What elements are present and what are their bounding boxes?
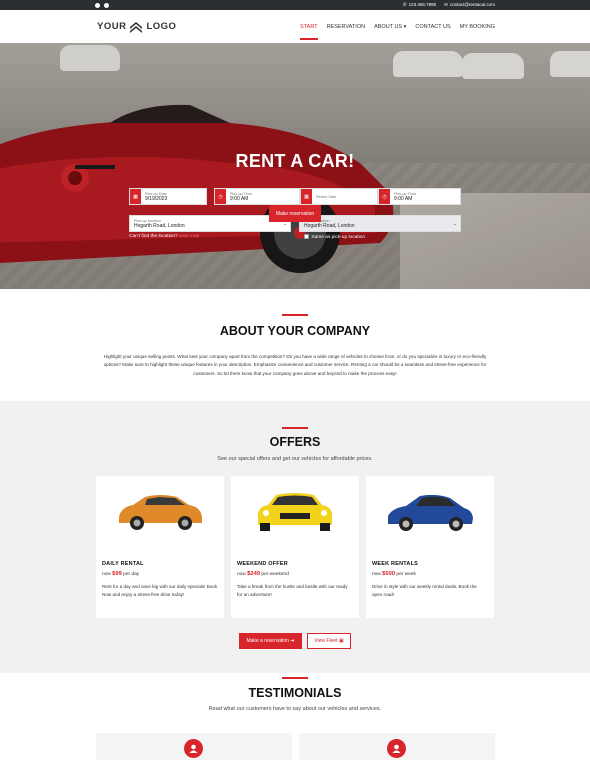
arrow-right-icon: ➜: [290, 638, 295, 644]
logo-text-left: YOUR: [97, 21, 127, 32]
offers-title: OFFERS: [269, 434, 321, 449]
offer-description: Rent for a day and save big with our dai…: [102, 584, 218, 598]
about-section: ABOUT YOUR COMPANY Highlight your unique…: [0, 289, 590, 401]
offers-section: OFFERS See our special offers and get ou…: [0, 401, 590, 673]
offer-card-daily[interactable]: DAILY RENTAL now $99 per day Rent for a …: [96, 476, 224, 618]
nav-my-booking[interactable]: MY BOOKING: [460, 21, 495, 33]
hero-title: RENT A CAR!: [235, 151, 355, 171]
chevron-up-icon: [129, 21, 143, 33]
user-avatar-icon: [184, 739, 203, 758]
same-as-pickup-checkbox[interactable]: Same as pick-up location: [304, 234, 365, 240]
testimonials-subtitle: Read what our customers have to say abou…: [208, 705, 382, 712]
return-time-field[interactable]: ◷ Pick-up Time 9:00 AM: [378, 188, 461, 205]
blue-sedan-image: [366, 476, 494, 546]
offer-name: DAILY RENTAL: [102, 561, 144, 567]
make-reservation-button[interactable]: Make reservation: [269, 205, 321, 222]
social-links: [95, 2, 109, 8]
pickup-location-select[interactable]: Pick-up location Hogarth Road, London ⌄: [129, 215, 291, 232]
testimonial-card: [299, 733, 495, 760]
about-title: ABOUT YOUR COMPANY: [219, 323, 371, 338]
nav-start[interactable]: START: [300, 21, 318, 40]
logo[interactable]: YOUR LOGO: [97, 21, 176, 33]
testimonials-section: TESTIMONIALS Read what our customers hav…: [0, 673, 590, 760]
date-time-row: ▦ Pick-up Date 9/19/2023 ◷ Pick-up Time 9:…: [129, 188, 461, 205]
offer-buttons: Make a reservation ➜ View Fleet ▣: [239, 633, 351, 649]
calendar-icon: ▦: [301, 189, 312, 204]
offer-card-weekend[interactable]: WEEKEND OFFER now $249 per weekend Take …: [231, 476, 359, 618]
clock-icon: ◷: [379, 189, 390, 204]
section-divider: [282, 677, 308, 679]
main-nav: START RESERVATION ABOUT US ▾ CONTACT US …: [300, 21, 495, 40]
offers-subtitle: See our special offers and get our vehic…: [217, 455, 373, 462]
nav-about-us[interactable]: ABOUT US ▾: [374, 21, 406, 33]
nav-reservation[interactable]: RESERVATION: [327, 21, 366, 33]
user-avatar-icon: [387, 739, 406, 758]
car-icon: ▣: [338, 638, 344, 644]
pickup-date-field[interactable]: ▦ Pick-up Date 9/19/2023: [129, 188, 207, 205]
offer-description: Drive in style with our weekly rental de…: [372, 584, 477, 598]
offer-price: now $249 per weekend: [237, 571, 289, 577]
section-divider: [282, 427, 308, 429]
offer-price: now $500 per week: [372, 571, 416, 577]
pickup-time-field[interactable]: ◷ Pick-up Time 9:00 AM: [214, 188, 300, 205]
offer-description: Take a break from the hustle and bustle …: [237, 584, 348, 598]
offer-name: WEEK RENTALS: [372, 561, 418, 567]
offer-name: WEEKEND OFFER: [237, 561, 288, 567]
phone-link[interactable]: ✆ 123.456.7890: [403, 2, 436, 8]
top-bar: ✆ 123.456.7890 ✉ contact@rentacar.com: [0, 0, 590, 10]
hero-section: RENT A CAR! ▦ Pick-up Date 9/19/2023 ◷ Pi…: [0, 43, 590, 289]
view-fleet-button[interactable]: View Fleet ▣: [307, 633, 351, 649]
testimonials-title: TESTIMONIALS: [248, 685, 342, 700]
nav-contact-us[interactable]: CONTACT US: [415, 21, 450, 33]
checkbox-icon: [304, 234, 310, 239]
phone-icon: ✆: [402, 2, 407, 7]
twitter-icon[interactable]: [104, 2, 109, 8]
view-map-link[interactable]: view map: [179, 234, 199, 239]
about-text: Highlight your unique selling points. Wh…: [103, 353, 487, 376]
envelope-icon: ✉: [444, 2, 448, 7]
testimonial-card: [96, 733, 292, 760]
location-helpers: Can't find the location? view map Same a…: [129, 234, 365, 240]
orange-suv-image: [96, 476, 224, 546]
clock-icon: ◷: [215, 189, 226, 204]
logo-text-right: LOGO: [146, 21, 177, 32]
chevron-down-icon: ⌄: [452, 220, 458, 227]
return-date-field[interactable]: ▦ Return Date: [300, 188, 378, 205]
offer-price: now $99 per day: [102, 571, 140, 577]
return-location-select[interactable]: Return locationHogarth Road, London ⌄: [299, 215, 461, 232]
site-header: YOUR LOGO START RESERVATION ABOUT US ▾ C…: [0, 10, 590, 43]
offer-cards: DAILY RENTAL now $99 per day Rent for a …: [96, 476, 494, 618]
offer-card-week[interactable]: WEEK RENTALS now $500 per week Drive in …: [366, 476, 494, 618]
make-reservation-button[interactable]: Make a reservation ➜: [239, 633, 302, 649]
calendar-icon: ▦: [130, 189, 141, 204]
contact-info: ✆ 123.456.7890 ✉ contact@rentacar.com: [403, 2, 495, 8]
section-divider: [282, 314, 308, 316]
email-link[interactable]: ✉ contact@rentacar.com: [444, 2, 495, 8]
caret-down-icon: ▾: [403, 23, 407, 30]
facebook-icon[interactable]: [95, 2, 100, 8]
testimonial-cards: [96, 733, 495, 760]
yellow-sedan-image: [231, 476, 359, 546]
